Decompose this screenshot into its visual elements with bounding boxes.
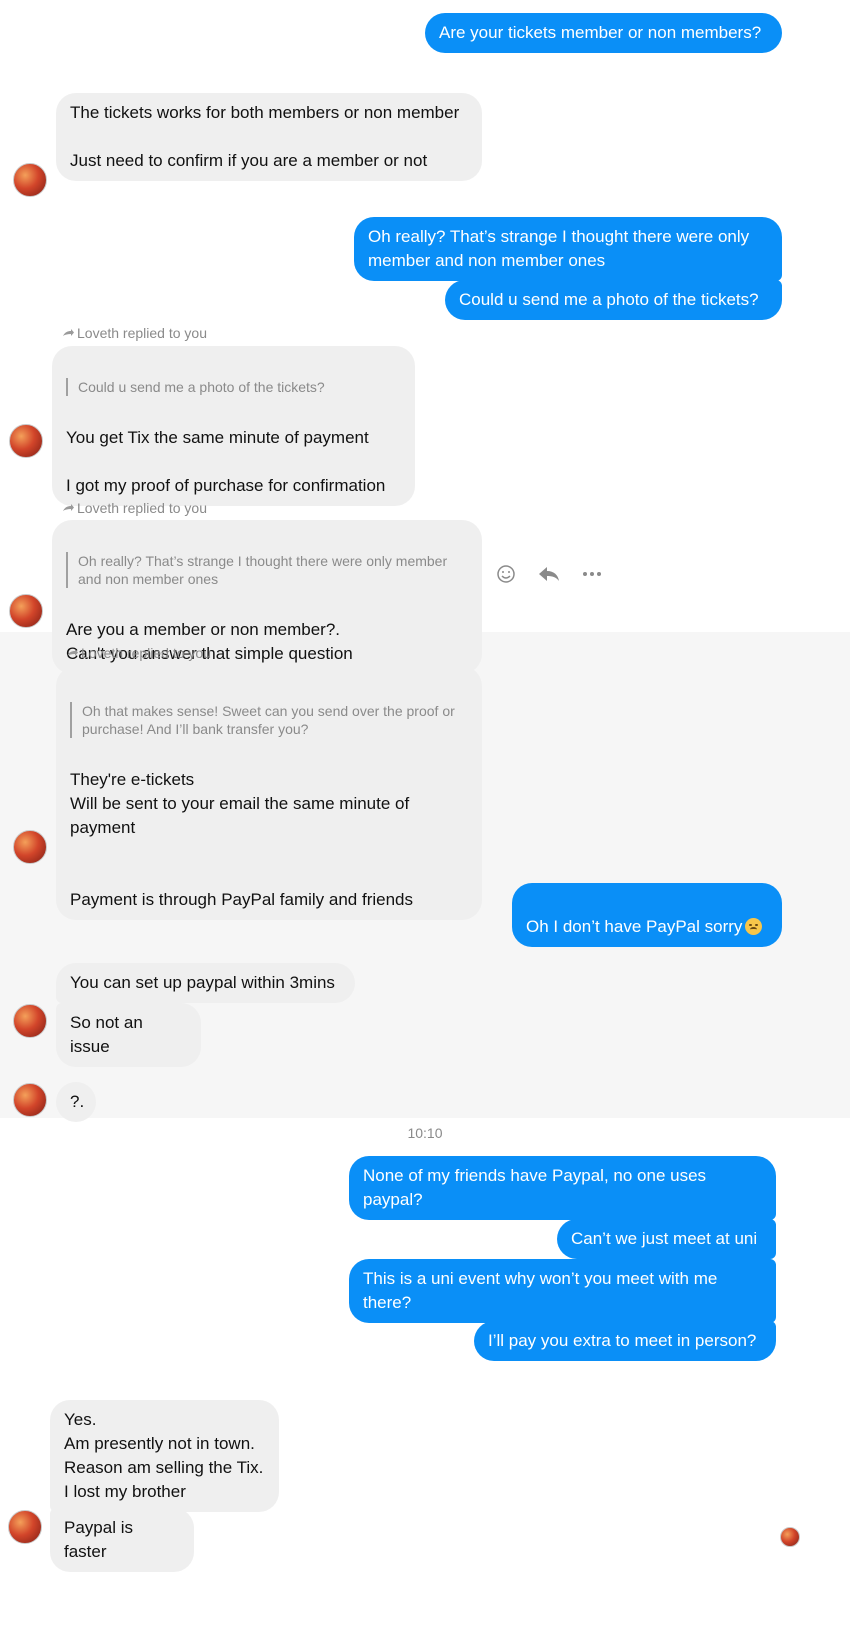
incoming-message[interactable]: Could u send me a photo of the tickets? … (52, 346, 415, 506)
incoming-message[interactable]: Paypal is faster (50, 1508, 194, 1572)
incoming-message[interactable]: So not an issue (56, 1003, 201, 1067)
message-text: Oh I don’t have PayPal sorry (526, 917, 743, 936)
outgoing-message[interactable]: None of my friends have Paypal, no one u… (349, 1156, 776, 1220)
reply-label: Loveth replied to you (66, 645, 211, 661)
message-text: They're e-tickets Will be sent to your e… (70, 770, 414, 909)
smiley-icon[interactable] (496, 564, 516, 584)
outgoing-message[interactable]: Oh really? That’s strange I thought ther… (354, 217, 782, 281)
incoming-message[interactable]: ?. (56, 1082, 96, 1122)
read-receipt-avatar (780, 1527, 800, 1547)
message-text: You get Tix the same minute of payment I… (66, 428, 386, 495)
contact-avatar[interactable] (9, 594, 43, 628)
reply-label: Loveth replied to you (62, 500, 207, 516)
reply-label-text: Loveth replied to you (81, 645, 211, 661)
message-actions (496, 564, 602, 584)
reply-arrow-icon (67, 649, 78, 656)
incoming-message[interactable]: Oh that makes sense! Sweet can you send … (56, 666, 482, 920)
incoming-message[interactable]: The tickets works for both members or no… (56, 93, 482, 181)
outgoing-message[interactable]: I’ll pay you extra to meet in person? (474, 1321, 776, 1361)
disappointed-emoji-icon (745, 918, 763, 935)
contact-avatar[interactable] (13, 163, 47, 197)
reply-label: Loveth replied to you (62, 325, 207, 341)
contact-avatar[interactable] (13, 1083, 47, 1117)
outgoing-message[interactable]: Could u send me a photo of the tickets? (445, 280, 782, 320)
contact-avatar[interactable] (8, 1510, 42, 1544)
quoted-message: Oh really? That’s strange I thought ther… (66, 552, 468, 588)
outgoing-message[interactable]: Are your tickets member or non members? (425, 13, 782, 53)
reply-label-text: Loveth replied to you (77, 500, 207, 516)
outgoing-message[interactable]: Oh I don’t have PayPal sorry (512, 883, 782, 947)
contact-avatar[interactable] (9, 424, 43, 458)
reply-icon[interactable] (538, 565, 560, 583)
reply-label-text: Loveth replied to you (77, 325, 207, 341)
reply-arrow-icon (63, 329, 74, 336)
reply-arrow-icon (63, 504, 74, 511)
quoted-message: Oh that makes sense! Sweet can you send … (70, 702, 468, 738)
incoming-message[interactable]: You can set up paypal within 3mins (56, 963, 355, 1003)
quoted-message: Could u send me a photo of the tickets? (66, 378, 401, 396)
incoming-message[interactable]: Yes. Am presently not in town. Reason am… (50, 1400, 279, 1512)
contact-avatar[interactable] (13, 830, 47, 864)
more-icon[interactable] (582, 571, 602, 577)
contact-avatar[interactable] (13, 1004, 47, 1038)
outgoing-message[interactable]: This is a uni event why won’t you meet w… (349, 1259, 776, 1323)
outgoing-message[interactable]: Can’t we just meet at uni (557, 1219, 776, 1259)
timestamp: 10:10 (407, 1125, 443, 1141)
